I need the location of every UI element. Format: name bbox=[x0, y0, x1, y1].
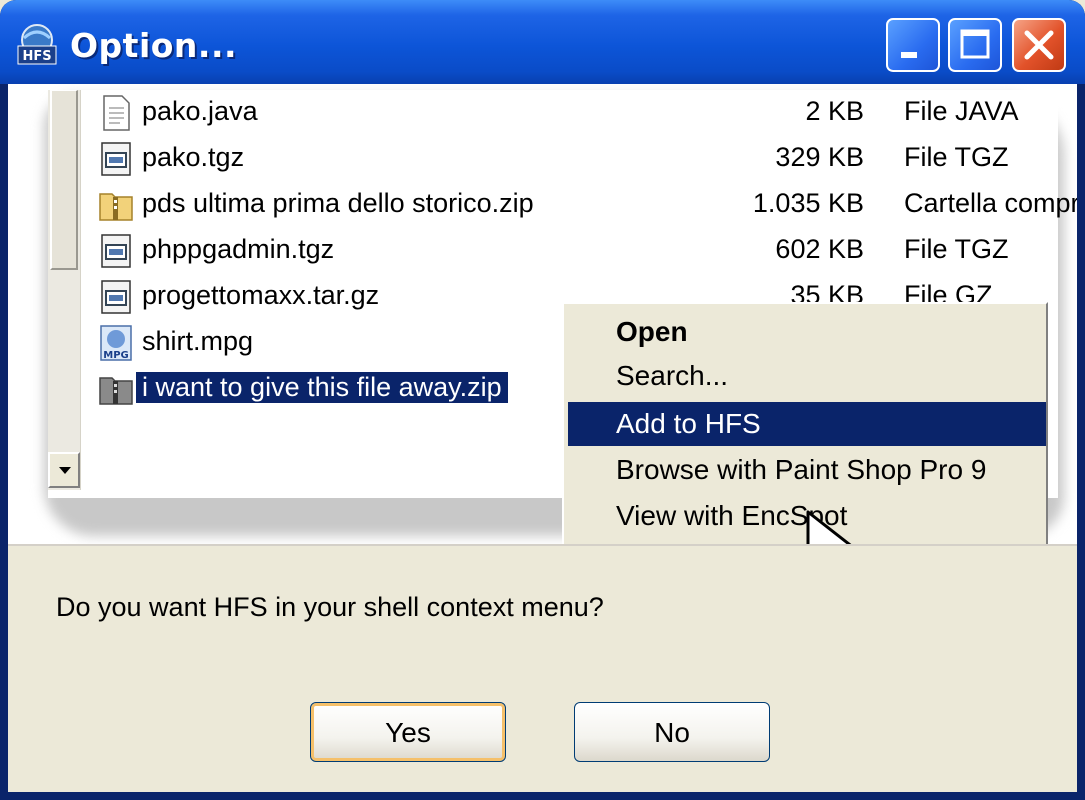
mouse-cursor-icon bbox=[806, 510, 852, 544]
no-button[interactable]: No bbox=[574, 702, 770, 762]
menu-item-search: Search... bbox=[616, 360, 729, 391]
vertical-scrollbar bbox=[48, 90, 81, 490]
close-button[interactable] bbox=[1012, 18, 1066, 72]
preview-image: pako.java 2 KB File JAVA pako.tgz 329 KB… bbox=[8, 84, 1077, 546]
question-text: Do you want HFS in your shell context me… bbox=[56, 592, 604, 622]
file-size: 2 KB bbox=[805, 96, 864, 126]
scrollbar-thumb bbox=[50, 90, 78, 270]
zip-folder-icon bbox=[99, 193, 133, 221]
window-title: Option... bbox=[70, 26, 238, 65]
file-row: pako.java 2 KB File JAVA bbox=[98, 90, 1058, 136]
file-name: i want to give this file away.zip bbox=[135, 371, 509, 404]
mpg-file-icon: MPG bbox=[100, 325, 132, 361]
maximize-icon bbox=[960, 29, 990, 59]
menu-item-add-to-hfs: Add to HFS bbox=[568, 402, 1046, 446]
archive-file-icon bbox=[101, 142, 131, 176]
hfs-app-icon: HFS bbox=[17, 24, 57, 65]
minimize-icon bbox=[901, 52, 917, 58]
file-row: phppgadmin.tgz 602 KB File TGZ bbox=[98, 228, 1058, 274]
file-name: pds ultima prima dello storico.zip bbox=[142, 188, 534, 218]
menu-item-open: Open bbox=[616, 316, 688, 347]
file-type: File JAVA bbox=[904, 96, 1019, 126]
file-size: 602 KB bbox=[775, 234, 864, 264]
minimize-button[interactable] bbox=[886, 18, 940, 72]
zip-folder-icon bbox=[99, 377, 133, 405]
dialog-window: HFS Option... pako.java 2 KB File JAVA p… bbox=[0, 0, 1085, 800]
file-name: phppgadmin.tgz bbox=[142, 234, 335, 264]
file-row: pds ultima prima dello storico.zip 1.035… bbox=[98, 182, 1077, 228]
file-type: Cartella compr bbox=[904, 188, 1077, 218]
mpg-icon-label: MPG bbox=[103, 350, 129, 361]
file-size: 1.035 KB bbox=[752, 188, 864, 218]
file-name: shirt.mpg bbox=[142, 326, 254, 356]
maximize-button[interactable] bbox=[948, 18, 1002, 72]
app-icon-label: HFS bbox=[22, 49, 51, 64]
file-type: File TGZ bbox=[904, 234, 1009, 264]
file-name: pako.tgz bbox=[142, 142, 245, 172]
yes-button[interactable]: Yes bbox=[310, 702, 506, 762]
text-file-icon bbox=[103, 95, 130, 131]
dialog-client-area: pako.java 2 KB File JAVA pako.tgz 329 KB… bbox=[8, 84, 1077, 792]
file-type: File TGZ bbox=[904, 142, 1009, 172]
file-name: pako.java bbox=[142, 96, 258, 126]
file-name: progettomaxx.tar.gz bbox=[142, 280, 380, 310]
file-size: 329 KB bbox=[775, 142, 864, 172]
file-row: pako.tgz 329 KB File TGZ bbox=[98, 136, 1058, 182]
menu-item-browse-paint-shop: Browse with Paint Shop Pro 9 bbox=[616, 454, 987, 485]
close-icon bbox=[1024, 30, 1054, 60]
title-bar[interactable]: HFS Option... bbox=[0, 0, 1085, 84]
archive-file-icon bbox=[101, 280, 131, 314]
archive-file-icon bbox=[101, 234, 131, 268]
scroll-down-arrow-icon bbox=[48, 452, 80, 488]
